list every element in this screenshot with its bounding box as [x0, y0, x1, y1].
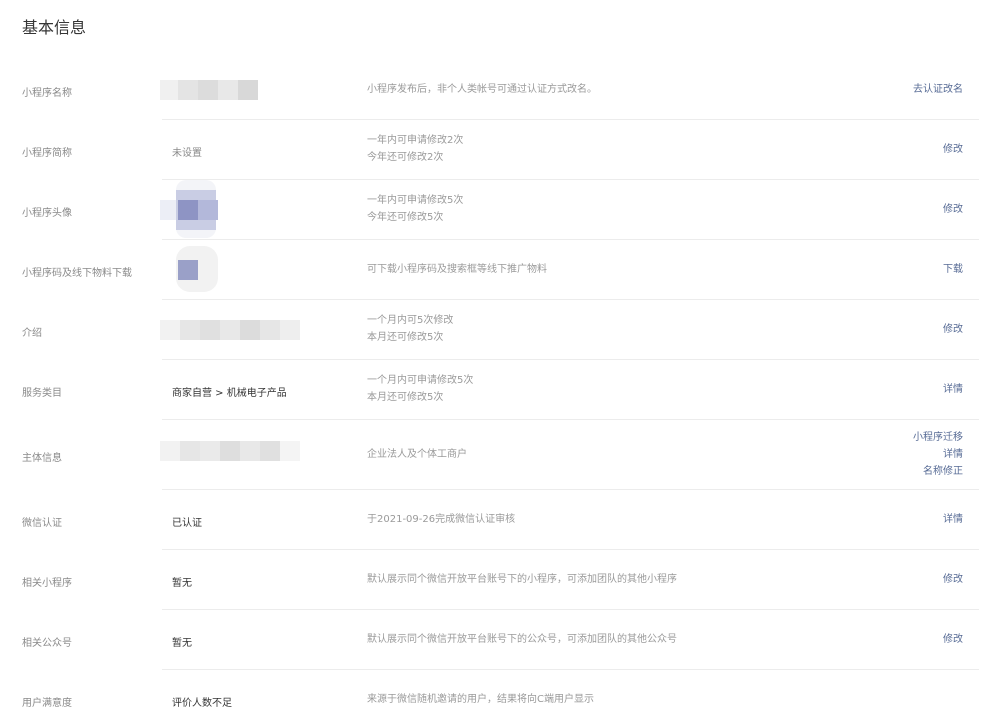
- row-label: 服务类目: [22, 388, 62, 399]
- redacted-entity: [160, 441, 300, 461]
- row-label: 小程序头像: [22, 208, 72, 219]
- desc-line-1: 一个月内可5次修改: [367, 315, 454, 326]
- row-related-official-accounts: 相关公众号 暂无 默认展示同个微信开放平台账号下的公众号，可添加团队的其他公众号…: [22, 610, 979, 670]
- row-desc: 默认展示同个微信开放平台账号下的公众号，可添加团队的其他公众号: [367, 634, 677, 645]
- page-title: 基本信息: [22, 18, 87, 37]
- certify-rename-link[interactable]: 去认证改名: [913, 81, 963, 98]
- row-label: 介绍: [22, 328, 42, 339]
- edit-link[interactable]: 修改: [943, 631, 963, 648]
- info-table: 小程序名称 小程序发布后，非个人类帐号可通过认证方式改名。 去认证改名 小程序简…: [0, 60, 985, 724]
- row-label: 用户满意度: [22, 698, 72, 709]
- row-label: 相关小程序: [22, 578, 72, 589]
- row-introduction: 介绍 一个月内可5次修改 本月还可修改5次 修改: [22, 300, 979, 360]
- row-label: 小程序名称: [22, 88, 72, 99]
- desc-line-2: 今年还可修改2次: [367, 152, 444, 163]
- row-qrcode-download: 小程序码及线下物料下载 可下载小程序码及搜索框等线下推广物料 下载: [22, 240, 979, 300]
- row-value: 暂无: [172, 578, 192, 589]
- row-short-name: 小程序简称 未设置 一年内可申请修改2次 今年还可修改2次 修改: [22, 120, 979, 180]
- row-actions: 修改: [943, 571, 963, 588]
- row-related-mini-programs: 相关小程序 暂无 默认展示同个微信开放平台账号下的小程序，可添加团队的其他小程序…: [22, 550, 979, 610]
- row-actions: 详情: [943, 381, 963, 398]
- redacted-introduction: [160, 320, 300, 340]
- details-link[interactable]: 详情: [943, 511, 963, 528]
- desc-line-2: 今年还可修改5次: [367, 212, 444, 223]
- edit-link[interactable]: 修改: [943, 321, 963, 338]
- row-user-satisfaction: 用户满意度 评价人数不足 来源于微信随机邀请的用户，结果将向C端用户显示: [22, 670, 979, 724]
- row-desc: 企业法人及个体工商户: [367, 449, 467, 460]
- redacted-name: [160, 80, 258, 100]
- row-label: 小程序码及线下物料下载: [22, 268, 132, 279]
- row-value: 未设置: [172, 148, 202, 159]
- desc-line-1: 一年内可申请修改5次: [367, 195, 464, 206]
- row-actions: 修改: [943, 321, 963, 338]
- row-desc: 可下载小程序码及搜索框等线下推广物料: [367, 264, 547, 275]
- row-desc: 一年内可申请修改5次 今年还可修改5次: [367, 192, 463, 226]
- row-actions: 下载: [943, 261, 963, 278]
- qrcode-thumbnail: [160, 242, 220, 296]
- row-label: 主体信息: [22, 453, 62, 464]
- download-link[interactable]: 下载: [943, 261, 963, 278]
- row-value: 评价人数不足: [172, 698, 232, 709]
- desc-line-1: 一个月内可申请修改5次: [367, 375, 474, 386]
- migrate-link[interactable]: 小程序迁移: [913, 429, 963, 446]
- desc-line-1: 一年内可申请修改2次: [367, 135, 464, 146]
- row-label: 微信认证: [22, 518, 62, 529]
- row-desc: 一个月内可申请修改5次 本月还可修改5次: [367, 372, 473, 406]
- row-desc: 默认展示同个微信开放平台账号下的小程序，可添加团队的其他小程序: [367, 574, 677, 585]
- row-value: 已认证: [172, 518, 202, 529]
- row-actions: 修改: [943, 201, 963, 218]
- row-desc: 小程序发布后，非个人类帐号可通过认证方式改名。: [367, 84, 597, 95]
- row-label: 小程序简称: [22, 148, 72, 159]
- row-desc: 于2021-09-26完成微信认证审核: [367, 514, 516, 525]
- row-actions: 去认证改名: [913, 81, 963, 98]
- row-desc: 来源于微信随机邀请的用户，结果将向C端用户显示: [367, 694, 594, 705]
- edit-link[interactable]: 修改: [943, 571, 963, 588]
- avatar: [160, 180, 220, 238]
- desc-line-2: 本月还可修改5次: [367, 332, 444, 343]
- row-label: 相关公众号: [22, 638, 72, 649]
- row-actions: 修改: [943, 141, 963, 158]
- row-actions: 修改: [943, 631, 963, 648]
- row-entity-info: 主体信息 企业法人及个体工商户 小程序迁移 详情 名称修正: [22, 420, 979, 490]
- row-value: 商家自营 > 机械电子产品: [172, 388, 287, 399]
- row-desc: 一个月内可5次修改 本月还可修改5次: [367, 312, 453, 346]
- row-wechat-verification: 微信认证 已认证 于2021-09-26完成微信认证审核 详情: [22, 490, 979, 550]
- edit-link[interactable]: 修改: [943, 201, 963, 218]
- details-link[interactable]: 详情: [913, 446, 963, 463]
- name-correction-link[interactable]: 名称修正: [913, 463, 963, 480]
- row-avatar: 小程序头像 一年内可申请修改5次 今年还可修改5次 修改: [22, 180, 979, 240]
- edit-link[interactable]: 修改: [943, 141, 963, 158]
- details-link[interactable]: 详情: [943, 381, 963, 398]
- row-value: 暂无: [172, 638, 192, 649]
- row-desc: 一年内可申请修改2次 今年还可修改2次: [367, 132, 463, 166]
- row-service-category: 服务类目 商家自营 > 机械电子产品 一个月内可申请修改5次 本月还可修改5次 …: [22, 360, 979, 420]
- desc-line-2: 本月还可修改5次: [367, 392, 444, 403]
- row-actions: 详情: [943, 511, 963, 528]
- row-actions: 小程序迁移 详情 名称修正: [913, 429, 963, 480]
- row-mini-program-name: 小程序名称 小程序发布后，非个人类帐号可通过认证方式改名。 去认证改名: [22, 60, 979, 120]
